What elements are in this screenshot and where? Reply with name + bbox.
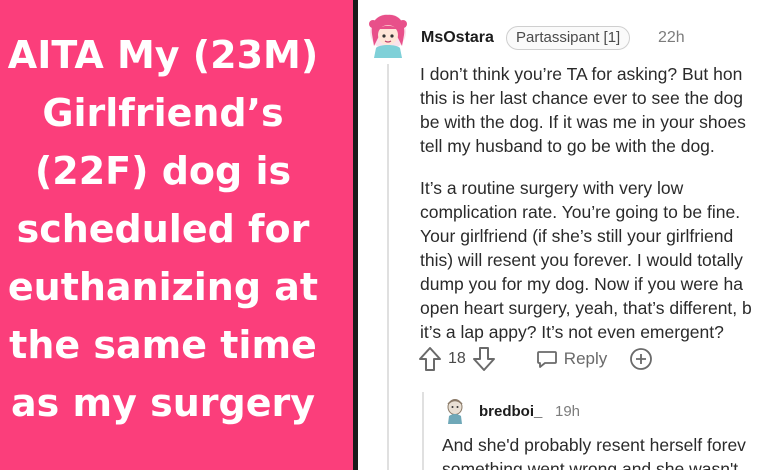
reply-label: Reply [563, 349, 608, 368]
post-title-panel: AITA My (23M) Girlfriend’s (22F) dog is … [0, 0, 353, 470]
post-title-line: as my surgery [11, 381, 315, 425]
vote-count: 18 [448, 350, 466, 367]
post-title-line: Girlfriend’s [42, 91, 284, 135]
user-avatar[interactable] [366, 12, 410, 58]
post-title-line: (22F) dog is [34, 149, 292, 193]
arrow-up-icon[interactable] [418, 346, 442, 372]
comment-line: open heart surgery, yeah, that’s differe… [420, 298, 752, 318]
comment-line: dump you for my dog. Now if you were ha [420, 274, 743, 294]
comment-actions: 18 Reply [418, 344, 653, 374]
reply-username[interactable]: bredboi_ [479, 403, 542, 420]
comment-line: be with the dog. If it was me in your sh… [420, 112, 746, 132]
thread-collapse-line[interactable] [387, 64, 389, 470]
anime-girl-avatar-icon [369, 14, 407, 58]
comment-line: this is her last chance ever to see the … [420, 88, 743, 108]
comment-line: It’s a routine surgery with very low [420, 178, 684, 198]
post-title-line: euthanizing at [7, 265, 319, 309]
reply-line: something went wrong and she wasn't [442, 459, 739, 470]
user-flair-badge: Partassipant [1] [506, 26, 631, 50]
post-title-line: AITA My (23M) [7, 33, 319, 77]
reply-button[interactable]: Reply [536, 348, 607, 370]
comment-paragraph: It’s a routine surgery with very low com… [420, 176, 780, 344]
reply-user-avatar[interactable] [444, 398, 466, 424]
vote-controls: 18 [418, 346, 496, 372]
plus-circle-icon [629, 347, 653, 371]
reply-thread-line[interactable] [422, 392, 424, 470]
post-title-line: the same time [9, 323, 317, 367]
comment-line: tell my husband to go be with the dog. [420, 136, 715, 156]
comment-line: Your girlfriend (if she’s still your gir… [420, 226, 734, 246]
reply-timestamp: 19h [555, 403, 581, 420]
reply-line: And she'd probably resent herself forev [442, 435, 746, 455]
speech-bubble-icon [536, 348, 558, 370]
comment-body: I don’t think you’re TA for asking? But … [420, 62, 780, 362]
arrow-down-icon[interactable] [472, 346, 496, 372]
comment-paragraph: I don’t think you’re TA for asking? But … [420, 62, 780, 158]
post-title-line: scheduled for [16, 207, 310, 251]
comment-timestamp: 22h [658, 29, 685, 46]
comment-line: complication rate. You’re going to be fi… [420, 202, 741, 222]
comment-line: I don’t think you’re TA for asking? But … [420, 64, 743, 84]
comment-username[interactable]: MsOstara [421, 29, 494, 47]
comment-line: this) will resent you forever. I would t… [420, 250, 743, 270]
comment-line: it’s a lap appy? It’s not even emergent? [420, 322, 724, 342]
award-button[interactable] [629, 347, 653, 371]
post-title: AITA My (23M) Girlfriend’s (22F) dog is … [0, 26, 328, 432]
character-avatar-icon [447, 399, 463, 424]
comment-panel: MsOstara Partassipant [1] 22h I don’t th… [358, 0, 780, 470]
reply-body: And she'd probably resent herself forev … [442, 433, 746, 470]
